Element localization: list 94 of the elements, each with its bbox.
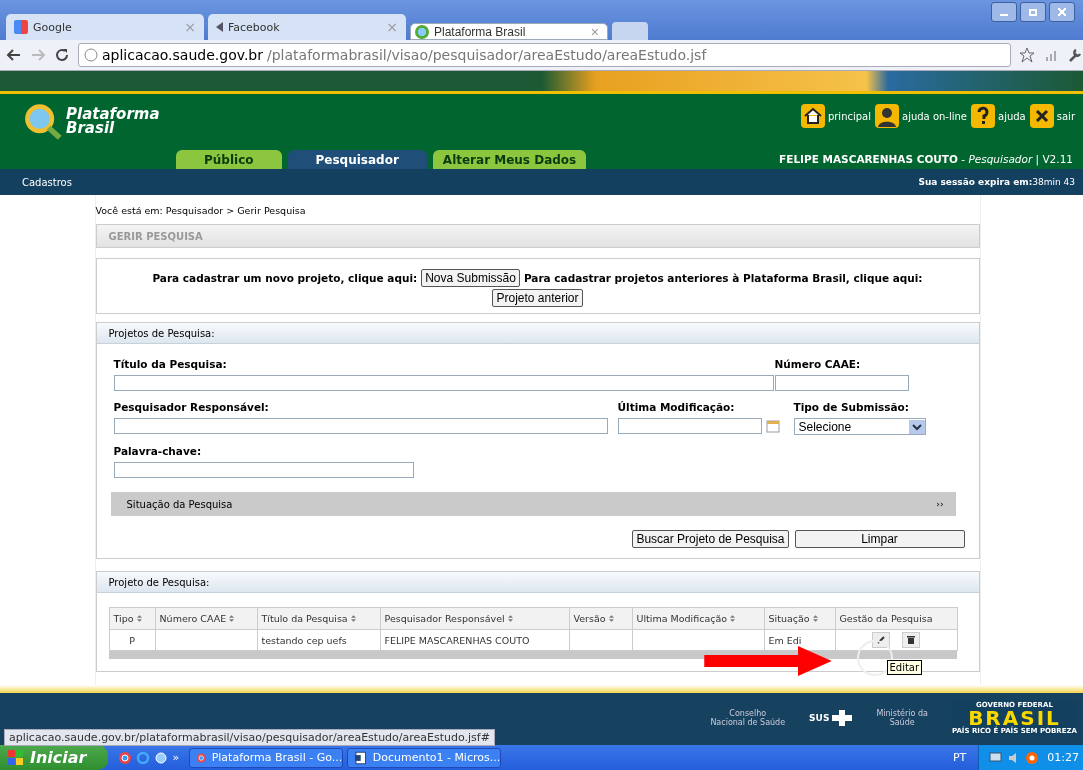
- reload-icon[interactable]: [54, 47, 70, 63]
- browser-icon[interactable]: [1025, 750, 1040, 765]
- globe-icon: [84, 48, 98, 62]
- cross-icon: [832, 710, 853, 726]
- footer-logo: Conselho Nacional de Saúde: [710, 709, 786, 727]
- close-icon[interactable]: [1029, 104, 1054, 128]
- edit-button[interactable]: [872, 632, 891, 648]
- browser-icon[interactable]: [154, 750, 169, 765]
- field-label: Última Modificação:: [617, 401, 736, 413]
- minimize-icon[interactable]: [991, 2, 1017, 22]
- flag-icon: [8, 749, 24, 766]
- footer-logo-text: SUS: [809, 713, 830, 723]
- column-header[interactable]: Ultima Modificação: [632, 607, 764, 630]
- instruction-text: Para cadastrar projetos anteriores à Plataforma Brasil, clique aqui:: [523, 272, 923, 284]
- breadcrumb: Você está em: Pesquisador > Gerir Pesquisa: [95, 204, 307, 216]
- favicon-icon: [14, 20, 28, 34]
- more-icon[interactable]: »: [172, 751, 180, 764]
- sort-icon[interactable]: [350, 615, 356, 622]
- table-cell: P: [109, 629, 155, 651]
- back-icon[interactable]: [6, 47, 22, 63]
- previous-project-button[interactable]: Projeto anterior: [492, 289, 583, 307]
- browser-tab[interactable]: Google ×: [6, 14, 204, 40]
- document-icon: [354, 750, 368, 765]
- clock: 01:27: [1047, 751, 1079, 764]
- sort-icon[interactable]: [507, 615, 513, 622]
- triangle-icon: [216, 22, 223, 32]
- text-field[interactable]: [113, 462, 414, 478]
- status-url: aplicacao.saude.gov.br/plataformabrasil/visao/pesquisador/areaEstudo/areaEstudo.jsf#: [4, 729, 495, 746]
- sort-icon[interactable]: [136, 615, 142, 622]
- home-icon[interactable]: [800, 104, 825, 128]
- section-header: Projetos de Pesquisa:: [96, 323, 979, 344]
- column-header[interactable]: Pesquisador Responsável: [380, 607, 569, 630]
- close-icon[interactable]: [1049, 2, 1075, 22]
- nav-link[interactable]: principal: [800, 104, 871, 128]
- footer-logo: Ministério da Saúde: [876, 709, 928, 727]
- sort-icon[interactable]: [608, 615, 614, 622]
- dropdown[interactable]: Selecione: [793, 418, 926, 435]
- star-icon[interactable]: [1019, 47, 1035, 63]
- delete-button[interactable]: [901, 632, 920, 648]
- network-icon[interactable]: [989, 750, 1004, 765]
- nav-link[interactable]: ajuda on-line: [875, 104, 968, 128]
- column-header[interactable]: Número CAAE: [155, 607, 257, 630]
- nav-link[interactable]: ajuda: [971, 104, 1026, 128]
- sort-icon[interactable]: [730, 615, 736, 622]
- restore-icon[interactable]: [1020, 2, 1046, 22]
- collapsible-section[interactable]: Situação da Pesquisa ››: [110, 492, 956, 516]
- sort-icon[interactable]: [229, 615, 235, 622]
- table-cell: testando cep uefs: [257, 629, 380, 651]
- tooltip: Editar: [886, 660, 923, 675]
- start-button[interactable]: Iniciar: [0, 745, 109, 770]
- section-tab[interactable]: Público: [176, 150, 282, 169]
- field-label: Título da Pesquisa:: [113, 358, 228, 370]
- text-field[interactable]: [774, 375, 909, 391]
- browser-tab[interactable]: Plataforma Brasil ×: [410, 23, 608, 40]
- field-label: Palavra-chave:: [113, 445, 203, 457]
- person-icon[interactable]: [875, 104, 899, 128]
- table-cell: [569, 629, 632, 651]
- text-field[interactable]: [113, 418, 608, 434]
- section-tab[interactable]: Pesquisador: [287, 150, 427, 169]
- user-info: FELIPE MASCARENHAS COUTO - Pesquisador | V2.11: [779, 153, 1073, 165]
- field-label: Tipo de Submissão:: [793, 401, 911, 413]
- column-header[interactable]: Situação: [764, 607, 835, 630]
- page-title-bar: GERIR PESQUISA: [95, 224, 980, 248]
- date-field[interactable]: [617, 418, 762, 434]
- trash-icon[interactable]: [905, 635, 916, 645]
- section-tab[interactable]: Alterar Meus Dados: [432, 150, 587, 169]
- new-submission-button[interactable]: Nova Submissão: [421, 269, 520, 287]
- browser-tab[interactable]: Facebook ×: [208, 14, 406, 40]
- session-timer: Sua sessão expira em:38min 43: [918, 177, 1075, 187]
- favicon-icon: [415, 24, 429, 39]
- clear-button[interactable]: Limpar: [794, 530, 965, 548]
- field-label: Pesquisador Responsável:: [113, 401, 270, 413]
- wrench-icon[interactable]: [1067, 47, 1083, 63]
- menu-item[interactable]: Cadastros: [22, 176, 72, 188]
- column-header[interactable]: Gestão da Pesquisa: [835, 607, 957, 630]
- instruction-text: Para cadastrar um novo projeto, clique aqui:: [152, 272, 418, 284]
- logo-text[interactable]: Plataforma Brasil: [66, 107, 160, 135]
- taskbar-item[interactable]: Documento1 - Micros...: [347, 747, 502, 768]
- address-field[interactable]: aplicacao.saude.gov.br /plataformabrasil/visao/pesquisador/areaEstudo/areaEstudo.jsf: [78, 43, 1011, 67]
- language-indicator[interactable]: PT: [952, 751, 967, 764]
- browser-icon[interactable]: [118, 750, 133, 765]
- table-cell: FELIPE MASCARENHAS COUTO: [380, 629, 569, 651]
- column-header[interactable]: Tipo: [109, 607, 155, 630]
- help-icon[interactable]: [971, 104, 996, 128]
- search-button[interactable]: Buscar Projeto de Pesquisa: [632, 530, 789, 548]
- field-label: Número CAAE:: [774, 358, 862, 370]
- chevron-down-icon[interactable]: [908, 419, 925, 434]
- nav-link[interactable]: sair: [1029, 104, 1075, 128]
- column-header[interactable]: Título da Pesquisa: [257, 607, 380, 630]
- section-header: Projeto de Pesquisa:: [96, 572, 979, 593]
- column-header[interactable]: Versão: [569, 607, 632, 630]
- sort-icon[interactable]: [812, 615, 818, 622]
- taskbar-item[interactable]: Plataforma Brasil - Go...: [189, 747, 344, 768]
- text-field[interactable]: [113, 375, 774, 391]
